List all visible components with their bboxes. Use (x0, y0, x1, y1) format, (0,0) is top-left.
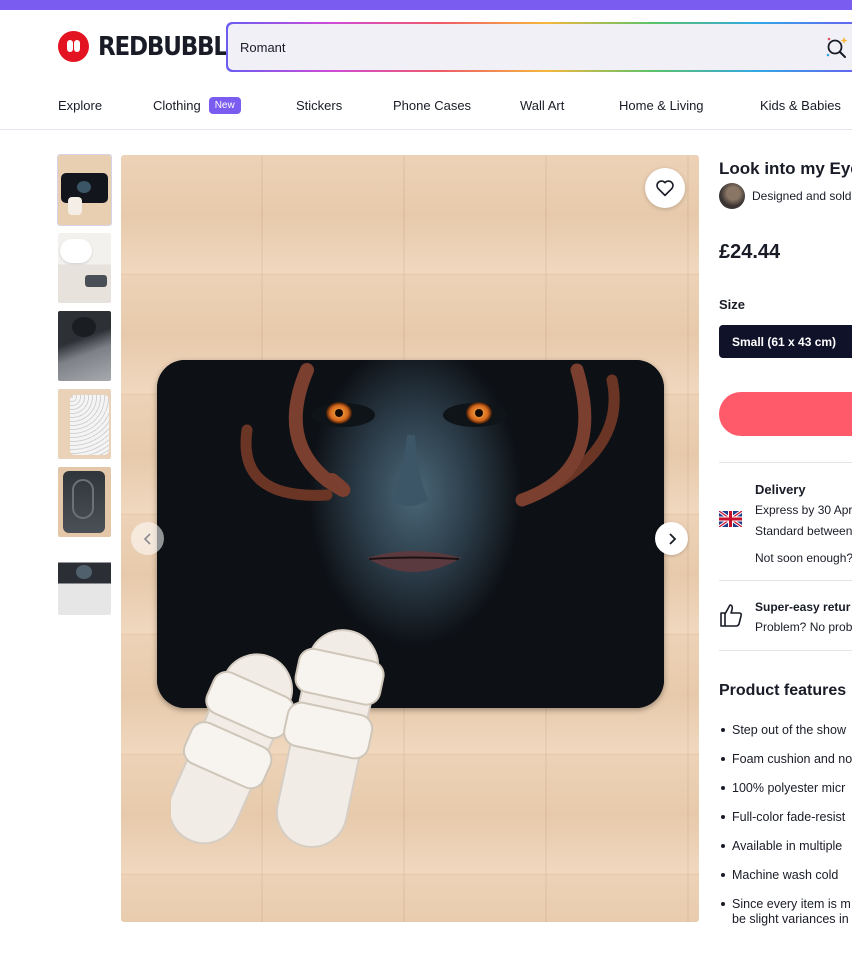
thumbnail-bath-mat-rolled[interactable] (58, 467, 111, 537)
designer-link[interactable]: Designed and sold (719, 183, 851, 209)
next-image-button[interactable] (655, 522, 688, 555)
returns-subtitle: Problem? No probl (755, 620, 852, 634)
search-icon[interactable] (824, 34, 850, 60)
thumbnail-bath-mat-front[interactable] (57, 154, 112, 226)
feature-item: Full-color fade-resist (719, 806, 852, 828)
search-input[interactable] (240, 24, 800, 70)
nav-item-stickers[interactable]: Stickers (296, 98, 342, 113)
feature-continuation: be slight variances in (732, 912, 849, 926)
delivery-express: Express by 30 April (755, 503, 852, 517)
size-option-small[interactable]: Small (61 x 43 cm) (719, 325, 852, 358)
nav-label: Explore (58, 98, 103, 113)
nav-item-home-living[interactable]: Home & Living (619, 98, 704, 113)
product-main-image[interactable] (121, 155, 699, 922)
uk-flag-icon (719, 511, 742, 527)
features-title: Product features (719, 682, 847, 699)
nav-item-explore[interactable]: Explore (58, 98, 102, 113)
nav-label: Phone Cases (393, 98, 472, 113)
promo-strip (0, 0, 852, 10)
thumbnail-bath-mat-bathroom[interactable] (58, 233, 111, 303)
thumbnail-strip (57, 154, 112, 623)
features-list: Step out of the show Foam cushion and no… (719, 719, 852, 922)
feature-item: Machine wash cold (719, 864, 852, 886)
delivery-title: Delivery (755, 482, 806, 497)
feature-item: Foam cushion and no (719, 748, 852, 770)
brand-name: REDBUBBLE (98, 31, 243, 62)
new-badge: New (208, 97, 241, 114)
divider (719, 462, 852, 463)
nav-label: Wall Art (520, 98, 565, 113)
not-soon-enough-link[interactable]: Not soon enough? (755, 551, 852, 565)
product-title: Look into my Eyes (719, 159, 852, 178)
nav-item-clothing[interactable]: Clothing New (153, 97, 241, 114)
chevron-right-icon (668, 532, 676, 545)
thumbnail-bath-mat-detail[interactable] (58, 311, 111, 381)
favorite-button[interactable] (645, 168, 685, 208)
chevron-left-icon (143, 532, 151, 545)
avatar (719, 183, 745, 209)
thumbnail-bath-mat-closeup[interactable] (58, 545, 111, 615)
heart-icon (656, 180, 674, 197)
divider (719, 580, 852, 581)
nav-item-kids-babies[interactable]: Kids & Babies (760, 98, 841, 113)
thumbs-up-icon (720, 604, 743, 627)
size-label: Size (719, 297, 746, 312)
category-nav: Explore Clothing New Stickers Phone Cases… (0, 84, 852, 130)
nav-item-phone-cases[interactable]: Phone Cases (393, 98, 471, 113)
returns-title: Super-easy retur (755, 600, 851, 614)
redbubble-logo[interactable]: REDBUBBLE (58, 31, 243, 62)
nav-label: Kids & Babies (760, 98, 841, 113)
nav-label: Clothing (153, 98, 201, 113)
feature-item: Available in multiple (719, 835, 852, 857)
slippers (171, 629, 385, 848)
redbubble-logo-icon (58, 31, 89, 62)
divider (719, 650, 852, 651)
feature-item: Step out of the show (719, 719, 852, 741)
designer-text: Designed and sold (752, 189, 852, 203)
nav-label: Home & Living (619, 98, 704, 113)
thumbnail-bath-mat-back[interactable] (58, 389, 111, 459)
feature-item: 100% polyester micr (719, 777, 852, 799)
site-header: REDBUBBLE (0, 10, 852, 84)
search-bar (226, 22, 852, 72)
delivery-standard: Standard between (755, 524, 852, 538)
product-price: £24.44 (719, 241, 781, 263)
previous-image-button[interactable] (131, 522, 164, 555)
nav-item-wall-art[interactable]: Wall Art (520, 98, 564, 113)
nav-label: Stickers (296, 98, 343, 113)
add-to-cart-button[interactable] (719, 392, 852, 436)
